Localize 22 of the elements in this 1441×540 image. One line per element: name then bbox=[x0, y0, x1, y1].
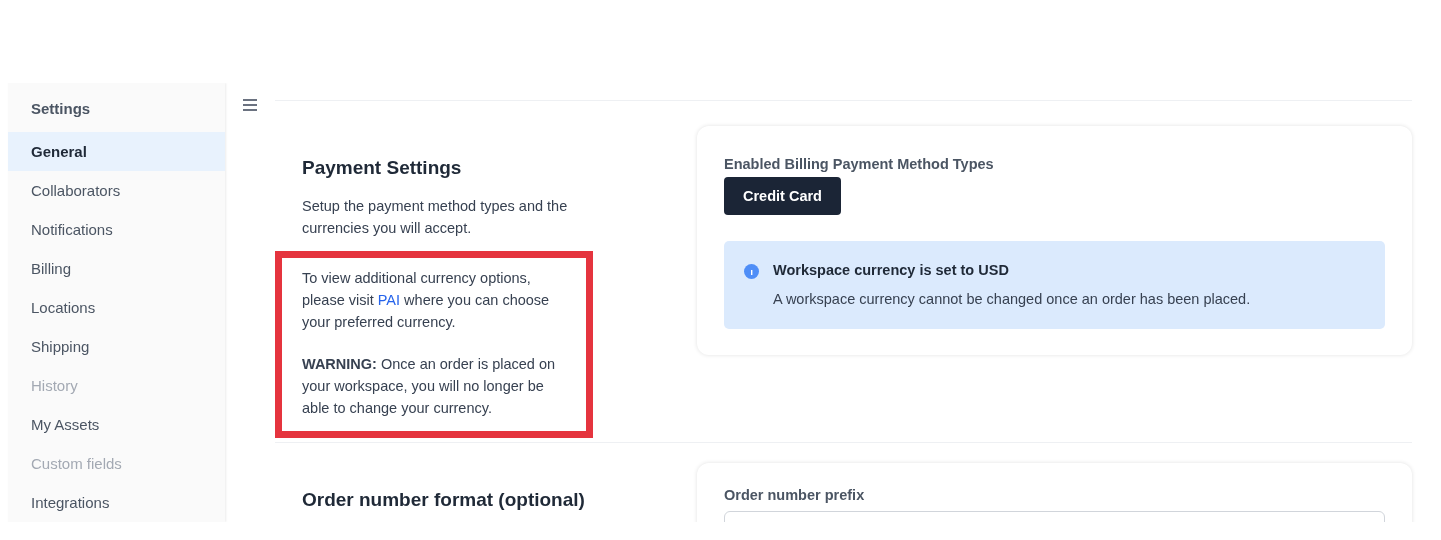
sidebar-title: Settings bbox=[30, 99, 92, 119]
sidebar-item[interactable]: Notifications bbox=[8, 210, 225, 249]
menu-icon[interactable] bbox=[241, 98, 259, 112]
sidebar-item[interactable]: Billing bbox=[8, 249, 225, 288]
sidebar-item[interactable]: General bbox=[8, 132, 225, 171]
sidebar-item[interactable]: My Assets bbox=[8, 405, 225, 444]
sidebar-item[interactable]: Collaborators bbox=[8, 171, 225, 210]
info-icon bbox=[744, 264, 759, 279]
currency-note: To view additional currency options, please visit PAI where you can choose your preferred currency. bbox=[302, 269, 551, 332]
payment-method-button[interactable]: Credit Card bbox=[724, 177, 841, 215]
sidebar-item[interactable]: Integrations bbox=[8, 483, 225, 522]
section-title: Payment Settings bbox=[302, 157, 463, 179]
alert-message: A workspace currency cannot be changed once an order has been placed. bbox=[773, 291, 1251, 307]
section-title: Order number format (optional) bbox=[302, 489, 586, 511]
field-label: Enabled Billing Payment Method Types bbox=[724, 156, 995, 172]
warning-text: WARNING: Once an order is placed on your workspace, you will no longer be able to change your currency. bbox=[302, 355, 557, 418]
sidebar-item[interactable]: Shipping bbox=[8, 327, 225, 366]
sidebar-item[interactable]: Locations bbox=[8, 288, 225, 327]
field-label: Order number prefix bbox=[724, 487, 866, 503]
section-description: Setup the payment method types and the currencies you will accept. bbox=[302, 197, 569, 238]
pai-link[interactable]: PAI bbox=[377, 292, 401, 308]
alert-title: Workspace currency is set to USD bbox=[773, 262, 1010, 278]
